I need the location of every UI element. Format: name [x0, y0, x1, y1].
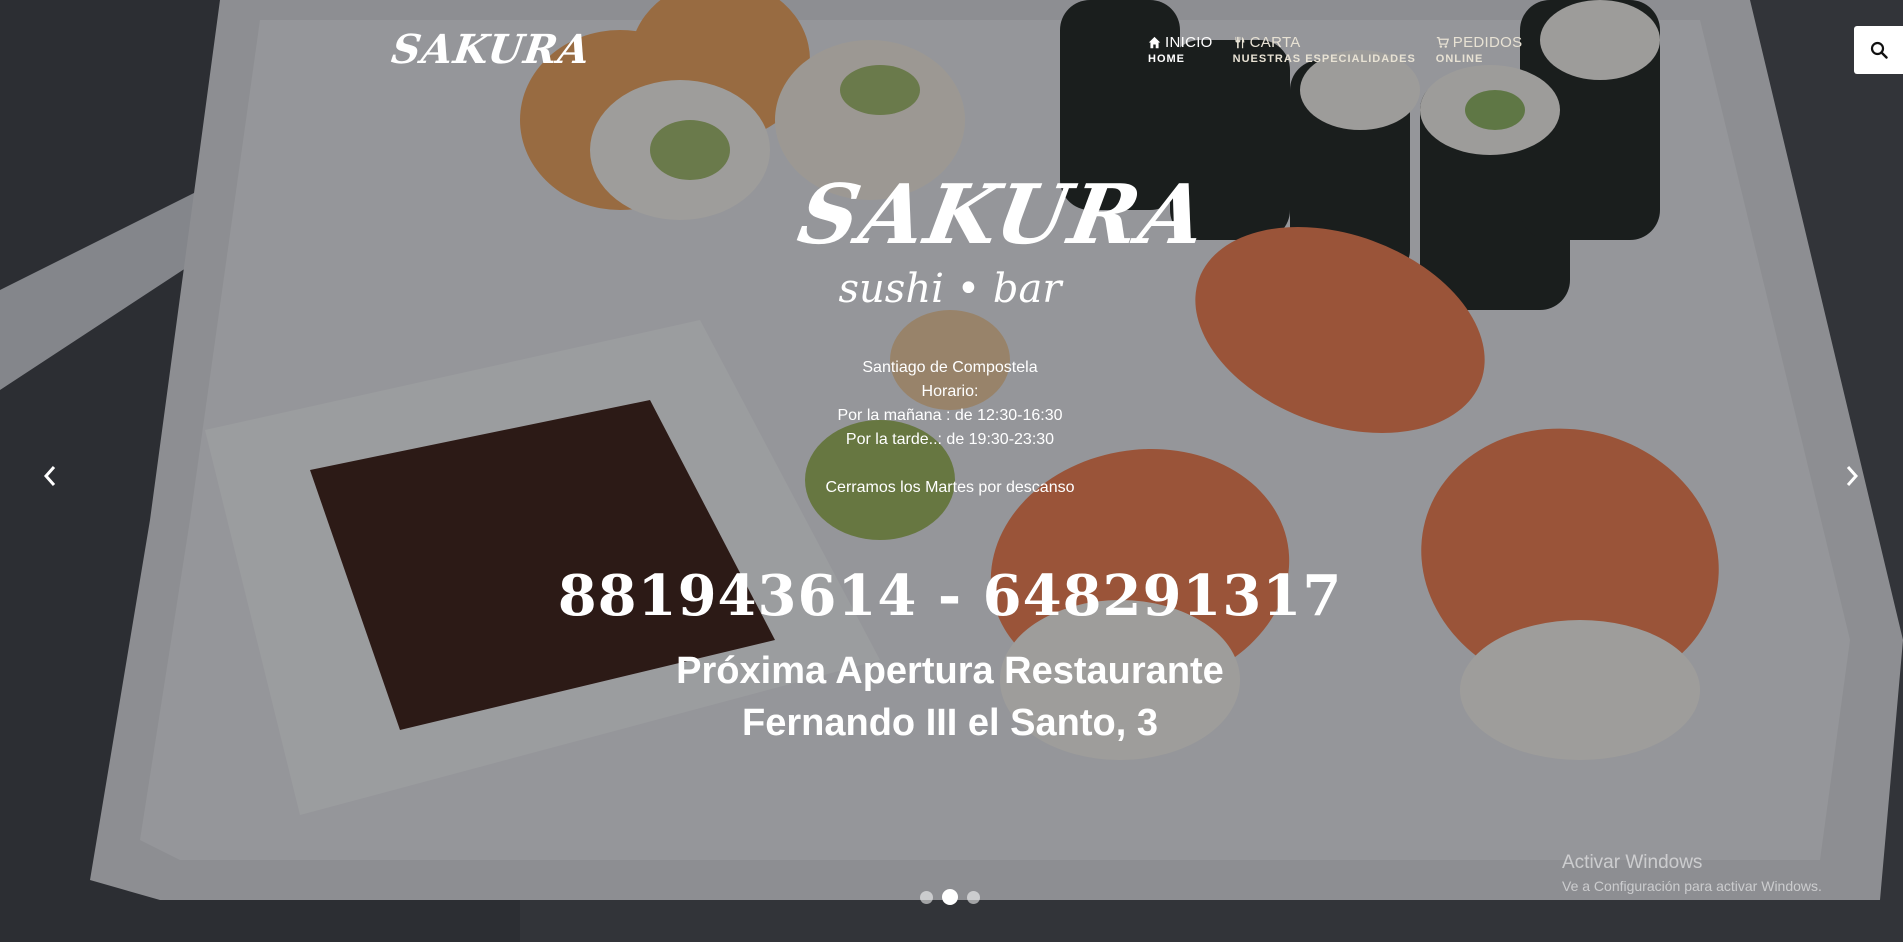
search-button[interactable]: [1854, 26, 1903, 74]
nav-item-label: PEDIDOS: [1452, 34, 1523, 51]
carousel-next-button[interactable]: [1832, 456, 1872, 496]
nav-item-sublabel: ONLINE: [1435, 53, 1484, 65]
nav-item-carta[interactable]: CARTA NUESTRAS ESPECIALIDADES: [1233, 34, 1416, 65]
city-text: Santiago de Compostela: [862, 359, 1038, 376]
hero-tagline: sushi • bar: [838, 266, 1062, 312]
hero-logo: SAKURA sushi • bar: [792, 167, 1215, 314]
opening-announcement: Próxima Apertura Restaurante Fernando II…: [550, 645, 1350, 749]
opening-line-1: Próxima Apertura Restaurante: [676, 650, 1224, 692]
carousel-indicators: [920, 889, 980, 905]
carousel-dot-3[interactable]: [967, 890, 980, 904]
nav-item-pedidos[interactable]: PEDIDOS ONLINE: [1436, 34, 1523, 65]
cart-icon: [1436, 36, 1449, 48]
evening-hours: Por la tarde..: de 19:30-23:30: [845, 431, 1055, 448]
carousel-prev-button[interactable]: [30, 456, 70, 496]
nav-item-label: CARTA: [1249, 34, 1301, 51]
carousel-dot-2[interactable]: [942, 889, 958, 905]
site-logo[interactable]: SAKURA: [389, 26, 594, 73]
utensils-icon: [1235, 36, 1245, 49]
home-icon: [1148, 36, 1161, 49]
search-icon: [1870, 41, 1888, 59]
watermark-title: Activar Windows: [1562, 852, 1703, 873]
chevron-left-icon: [43, 466, 56, 486]
phone-numbers: 881943614 - 648291317: [557, 563, 1343, 629]
hours-label: Horario:: [921, 383, 979, 400]
nav-item-inicio[interactable]: INICIO HOME: [1148, 34, 1213, 65]
nav-item-label: INICIO: [1165, 34, 1213, 51]
morning-hours: Por la mañana : de 12:30-16:30: [837, 407, 1063, 424]
watermark-subtitle: Ve a Configuración para activar Windows.: [1562, 878, 1822, 894]
windows-activation-watermark: Activar Windows Ve a Configuración para …: [1562, 852, 1822, 894]
opening-hours-block: Santiago de Compostela Horario: Por la m…: [750, 356, 1150, 500]
nav-item-sublabel: HOME: [1148, 53, 1185, 65]
chevron-right-icon: [1846, 466, 1859, 486]
carousel-dot-1[interactable]: [920, 890, 933, 904]
opening-line-2: Fernando III el Santo, 3: [742, 702, 1158, 744]
closed-day-text: Cerramos los Martes por descanso: [825, 479, 1075, 496]
main-nav: INICIO HOME CARTA NUESTRAS ESPECIALIDADE…: [1148, 34, 1522, 65]
hero-brand: SAKURA: [791, 167, 1215, 263]
nav-item-sublabel: NUESTRAS ESPECIALIDADES: [1232, 53, 1416, 65]
